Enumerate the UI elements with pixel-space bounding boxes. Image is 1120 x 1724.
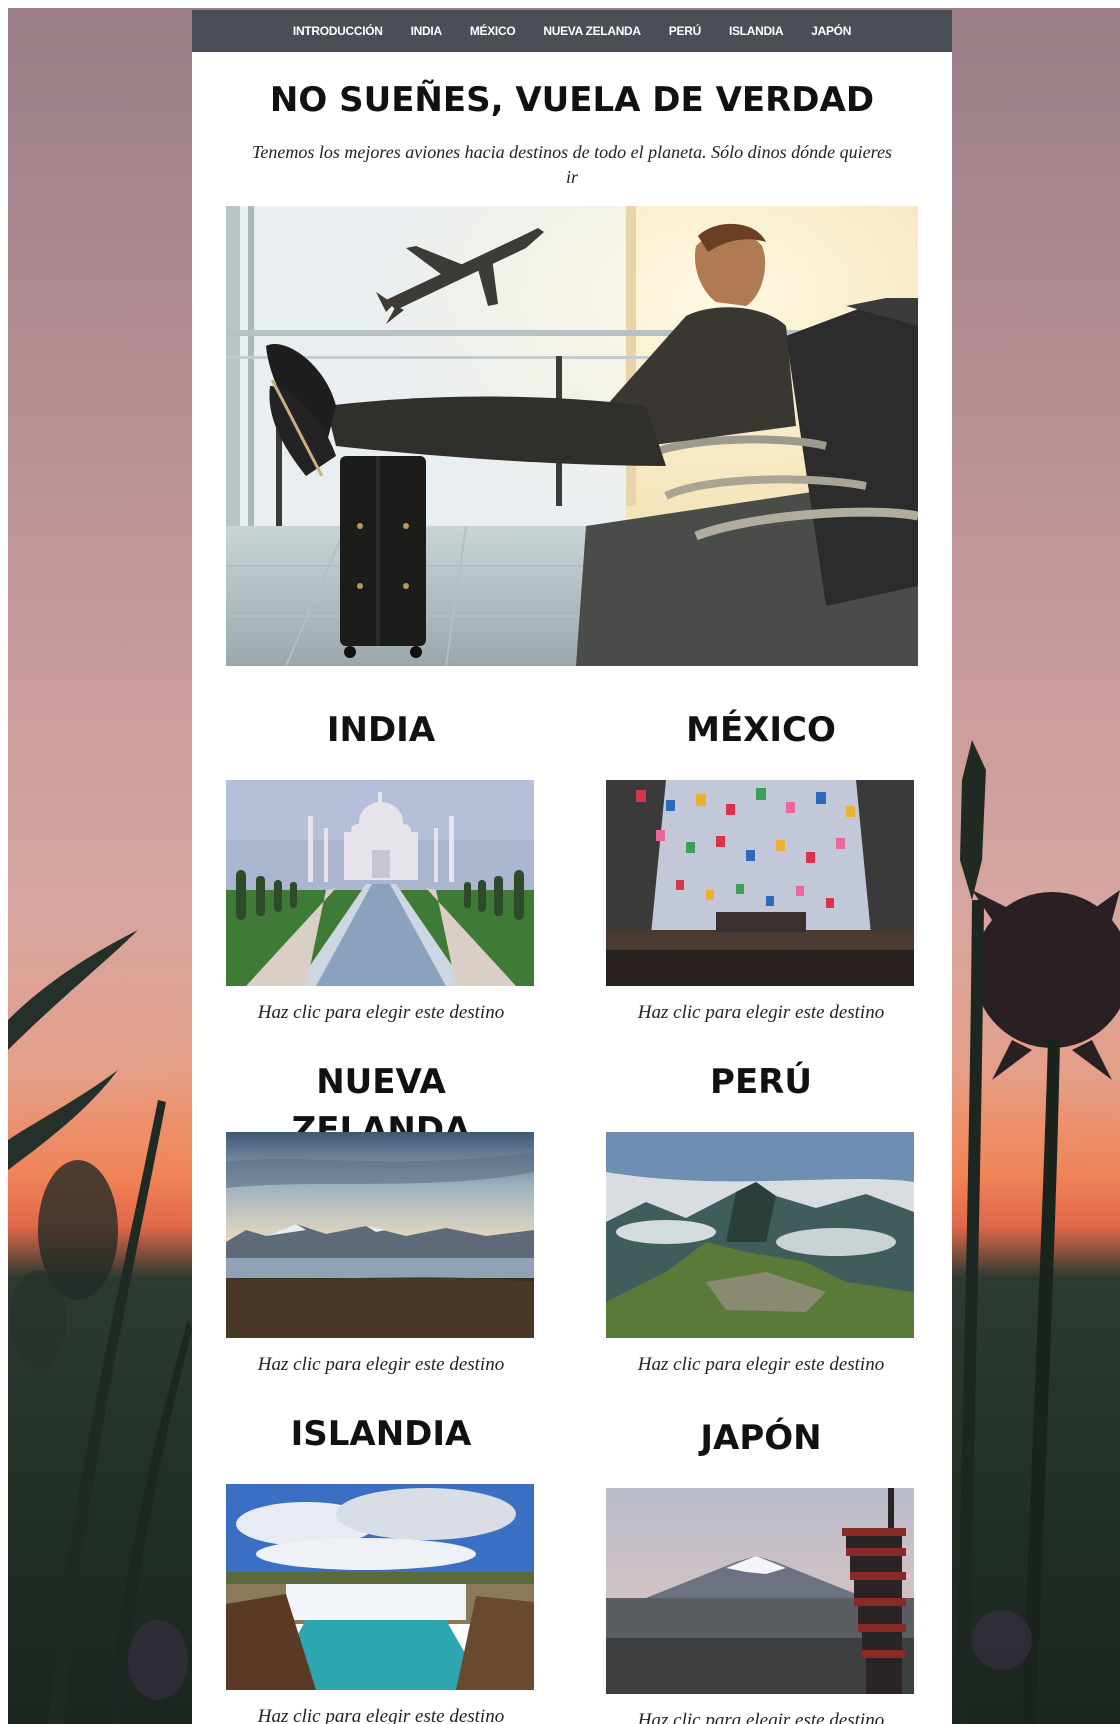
destination-title: NUEVA ZELANDA <box>291 1062 471 1150</box>
destination-image-islandia[interactable] <box>226 1484 534 1690</box>
destination-title: PERÚ <box>710 1062 812 1102</box>
destination-image-japon[interactable] <box>606 1488 914 1694</box>
destination-title: INDIA <box>326 710 436 750</box>
destination-mexico: MÉXICO Haz clic para elegir este destino <box>606 706 916 1024</box>
page-title: NO SUEÑES, VUELA DE VERDAD <box>269 80 875 120</box>
right-plant-silhouette <box>956 740 1120 1724</box>
nav-link-nueva-zelanda[interactable]: NUEVA ZELANDA <box>543 24 641 38</box>
nav-link-introduccion[interactable]: INTRODUCCIÓN <box>293 24 383 38</box>
destination-islandia: ISLANDIA Haz clic para elegir este desti… <box>226 1410 536 1724</box>
destination-image-india[interactable] <box>226 780 534 986</box>
destination-title: JAPÓN <box>700 1418 822 1458</box>
destination-japon: JAPÓN Haz clic para elegir este destino <box>606 1414 916 1724</box>
destination-image-mexico[interactable] <box>606 780 914 986</box>
nav-link-india[interactable]: INDIA <box>411 24 442 38</box>
destination-image-nueva-zelanda[interactable] <box>226 1132 534 1338</box>
destination-caption[interactable]: Haz clic para elegir este destino <box>226 1002 536 1024</box>
page-subtitle: Tenemos los mejores aviones hacia destin… <box>252 142 892 187</box>
left-plant-silhouette <box>8 930 192 1724</box>
destination-peru: PERÚ Haz clic para elegir este destino <box>606 1058 916 1376</box>
nav-link-peru[interactable]: PERÚ <box>669 24 701 38</box>
destination-caption[interactable]: Haz clic para elegir este destino <box>606 1710 916 1724</box>
destination-caption[interactable]: Haz clic para elegir este destino <box>606 1002 916 1024</box>
hero-image-airport <box>226 206 918 666</box>
main-panel: INTRODUCCIÓN INDIA MÉXICO NUEVA ZELANDA … <box>192 10 952 1724</box>
nav-link-japon[interactable]: JAPÓN <box>811 24 851 38</box>
destination-caption[interactable]: Haz clic para elegir este destino <box>226 1354 536 1376</box>
destination-nueva-zelanda: NUEVA ZELANDA Haz clic para elegir este … <box>226 1058 536 1376</box>
destination-title: MÉXICO <box>686 710 836 750</box>
nav-link-mexico[interactable]: MÉXICO <box>470 24 516 38</box>
destination-title: ISLANDIA <box>290 1414 472 1454</box>
destination-image-peru[interactable] <box>606 1132 914 1338</box>
destination-india: INDIA Haz clic para elegir este destino <box>226 706 536 1024</box>
destination-caption[interactable]: Haz clic para elegir este destino <box>226 1706 536 1724</box>
nav-link-islandia[interactable]: ISLANDIA <box>729 24 784 38</box>
destination-caption[interactable]: Haz clic para elegir este destino <box>606 1354 916 1376</box>
top-nav: INTRODUCCIÓN INDIA MÉXICO NUEVA ZELANDA … <box>192 10 952 52</box>
